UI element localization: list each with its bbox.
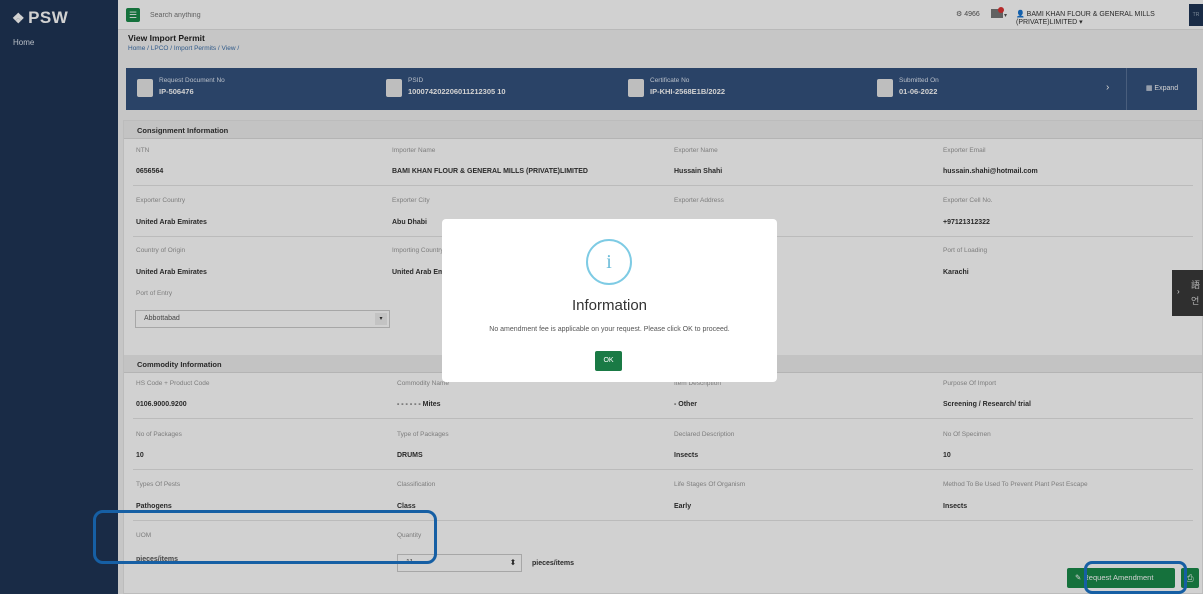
information-modal: i Information No amendment fee is applic… <box>442 219 777 382</box>
modal-title: Information <box>571 297 648 314</box>
modal-message: No amendment fee is applicable on your r… <box>489 326 730 333</box>
ok-button[interactable]: OK <box>595 351 622 371</box>
info-icon: i <box>586 239 632 285</box>
